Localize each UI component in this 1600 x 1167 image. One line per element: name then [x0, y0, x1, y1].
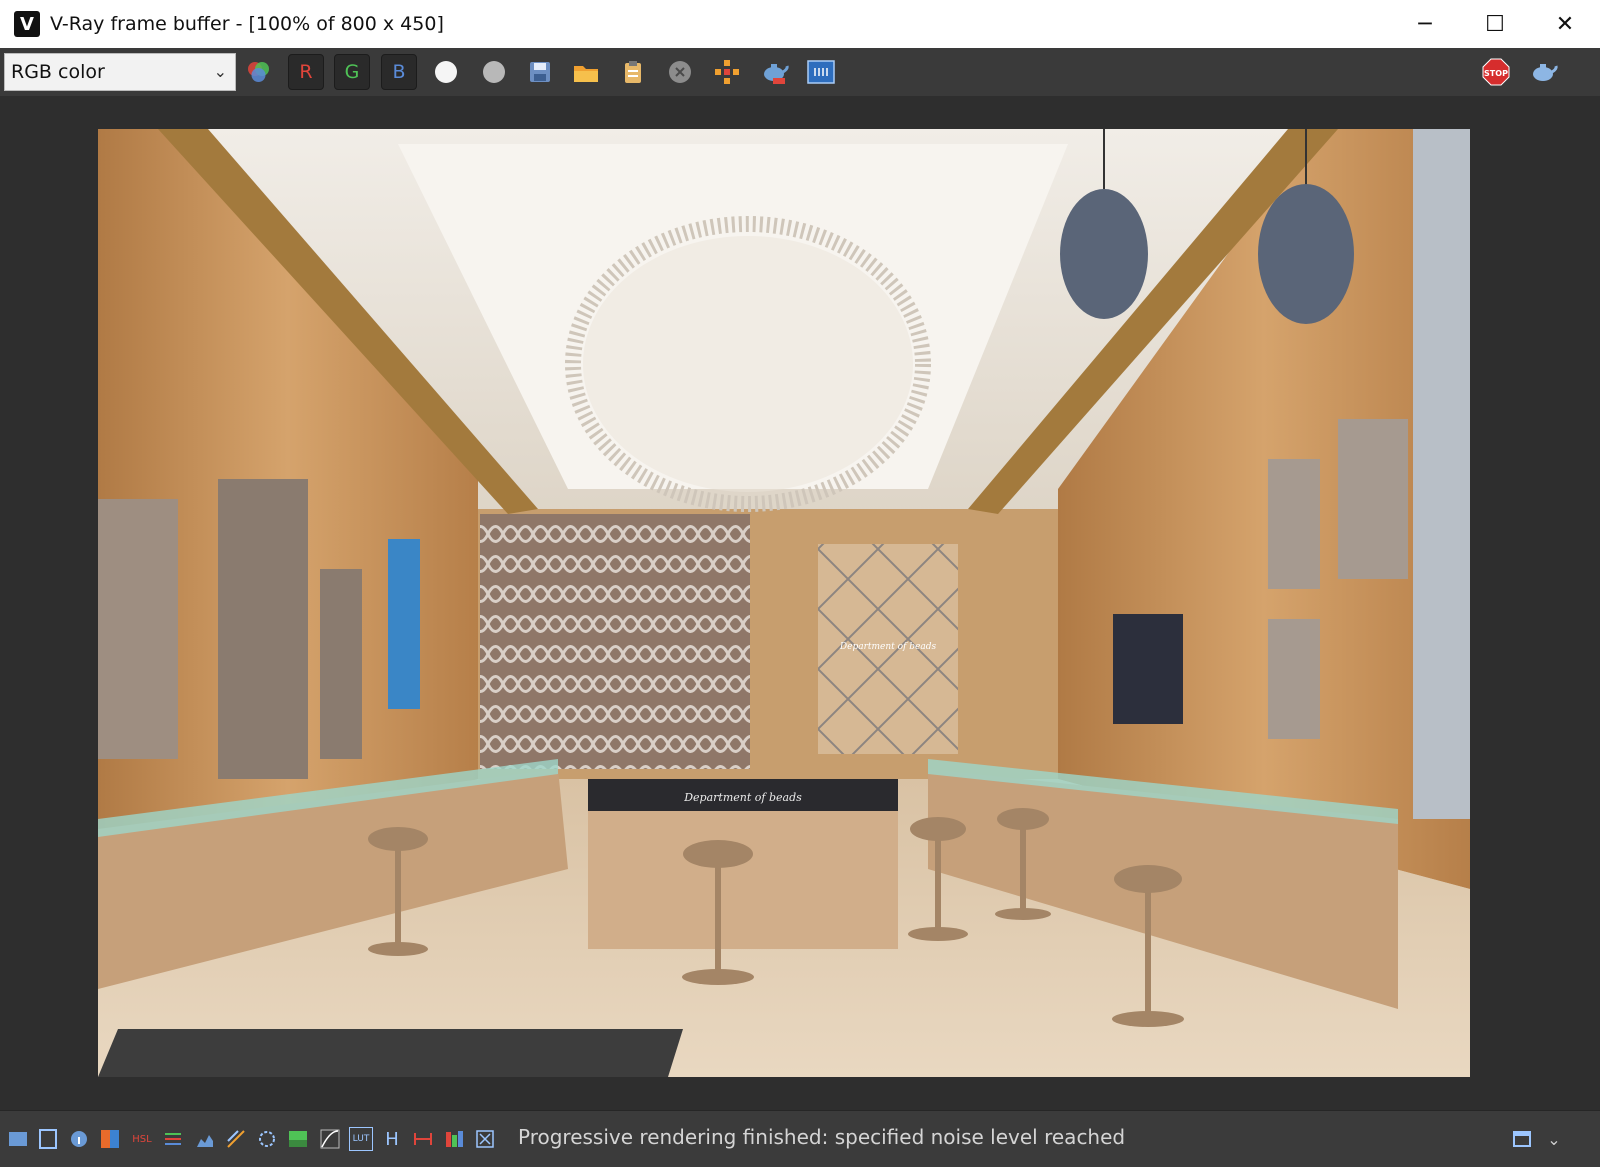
maximize-button[interactable]: ☐	[1460, 0, 1530, 48]
vfb-window: V V-Ray frame buffer - [100% of 800 x 45…	[0, 0, 1600, 1167]
right-display-case-1	[1268, 459, 1320, 589]
frame-icon[interactable]	[6, 1127, 30, 1151]
color-correction-icon[interactable]	[98, 1127, 122, 1151]
title-bar[interactable]: V V-Ray frame buffer - [100% of 800 x 45…	[0, 0, 1600, 48]
pendant-lamp-left	[1060, 189, 1148, 319]
stop-label: STOP	[1484, 69, 1508, 78]
render-viewport[interactable]: Department of beads Department of beads	[0, 96, 1600, 1110]
lut-icon[interactable]: LUT	[349, 1127, 373, 1151]
minimize-button[interactable]: ─	[1390, 0, 1460, 48]
open-icon[interactable]	[568, 54, 604, 90]
left-display-case-3	[320, 569, 362, 759]
right-display-case-3	[1268, 619, 1320, 739]
blue-channel-button[interactable]: B	[381, 54, 417, 90]
right-display-case-2	[1338, 419, 1408, 579]
exposure-icon[interactable]	[224, 1127, 248, 1151]
levels-icon[interactable]	[161, 1127, 185, 1151]
poster	[388, 539, 420, 709]
close-button[interactable]: ✕	[1530, 0, 1600, 48]
lattice-screen	[480, 514, 750, 769]
clipboard-icon[interactable]	[615, 54, 651, 90]
channel-select-value: RGB color	[11, 61, 105, 83]
center-island	[588, 809, 898, 949]
left-display-case-1	[98, 499, 178, 759]
channel-select[interactable]: RGB color ⌄	[4, 53, 236, 91]
layers-icon[interactable]	[1510, 1127, 1534, 1151]
window-controls: ─ ☐ ✕	[1390, 0, 1600, 48]
save-icon[interactable]	[522, 54, 558, 90]
chevron-down-icon: ⌄	[213, 62, 227, 81]
pendant-lamp-right	[1258, 184, 1354, 324]
green-channel-button[interactable]: G	[334, 54, 370, 90]
monochrome-icon[interactable]	[476, 54, 512, 90]
vray-logo-icon: V	[14, 11, 40, 37]
teapot-icon[interactable]	[756, 54, 792, 90]
curve-icon[interactable]	[193, 1127, 217, 1151]
ocio-icon[interactable]	[473, 1127, 497, 1151]
rgb-icon[interactable]	[442, 1127, 466, 1151]
render-region-icon[interactable]	[803, 54, 839, 90]
red-channel-button[interactable]: R	[288, 54, 324, 90]
color-channels-icon[interactable]	[240, 54, 276, 90]
alpha-white-icon[interactable]	[428, 54, 464, 90]
window-title: V-Ray frame buffer - [100% of 800 x 450]	[50, 13, 444, 35]
info-icon[interactable]	[67, 1127, 91, 1151]
status-message: Progressive rendering finished: specifie…	[518, 1125, 1126, 1149]
wall-sign: Department of beads	[839, 642, 937, 652]
background-icon[interactable]	[286, 1127, 310, 1151]
status-bar: HSL LUT H Progressive rendering finished…	[0, 1110, 1600, 1167]
hsl-icon[interactable]: HSL	[130, 1127, 154, 1151]
right-pillar	[1413, 129, 1470, 819]
rendered-image[interactable]: Department of beads Department of beads	[98, 129, 1470, 1077]
expand-icon[interactable]: ⌄	[1542, 1127, 1566, 1151]
clear-icon[interactable]	[662, 54, 698, 90]
track-mouse-icon[interactable]	[709, 54, 745, 90]
left-display-case-2	[218, 479, 308, 779]
stop-icon[interactable]: STOP	[1478, 54, 1514, 90]
counter-sign: Department of beads	[683, 791, 802, 804]
tv-screen	[1113, 614, 1183, 724]
curves-icon[interactable]	[318, 1127, 342, 1151]
floor-mat	[98, 1029, 683, 1077]
hue-icon[interactable]: H	[380, 1127, 404, 1151]
toolbar: RGB color ⌄ R G B STOP	[0, 48, 1600, 97]
history-icon[interactable]	[36, 1127, 60, 1151]
white-balance-icon[interactable]	[255, 1127, 279, 1151]
render-teapot-icon[interactable]	[1526, 54, 1562, 90]
horizontal-icon[interactable]	[411, 1127, 435, 1151]
